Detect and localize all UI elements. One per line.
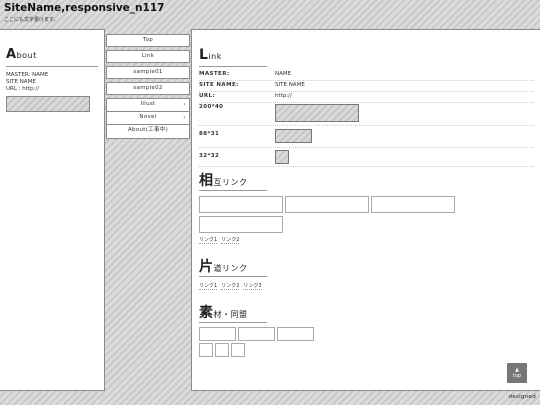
oneway-link[interactable]: リンク2 [221,283,240,290]
link-row: 88*31 [199,126,534,148]
link-heading-initial: L [199,47,209,63]
about-banner[interactable] [6,96,90,112]
oneway-link[interactable]: リンク3 [243,283,262,290]
link-row: 32*32 [199,148,534,167]
nav-sample01[interactable]: sample01 [106,66,190,79]
about-heading: About [6,47,37,62]
link-row-value: NAME [275,71,292,77]
link-row-key: SITE NAME: [199,82,239,88]
link-row: MASTER: NAME [199,70,534,81]
link-heading-rest: ink [208,52,222,61]
link-divider [199,66,267,67]
sozai-heading: 素材・同盟 [199,302,248,322]
mutual-heading-initial: 相 [199,173,214,189]
side-nav: Top Link sample01 sample02 Illust › Novel… [106,34,190,139]
sozai-icon-slot[interactable] [199,343,213,357]
sozai-icon-slot[interactable] [215,343,229,357]
about-site-name: SITE NAME [6,79,36,85]
mutual-banner-slot[interactable] [285,196,369,213]
about-heading-rest: bout [16,51,37,60]
about-heading-initial: A [6,47,17,62]
link-row-key: 32*32 [199,153,220,159]
link-row: 200*40 [199,103,534,126]
site-title[interactable]: SiteName,responsive_n117 [4,2,164,14]
nav-group: Illust › Novel › About(工事中) [106,98,190,139]
mutual-banner-slot[interactable] [371,196,455,213]
nav-link[interactable]: Link [106,50,190,63]
nav-illust[interactable]: Illust › [107,99,189,112]
mutual-link[interactable]: リンク2 [221,237,240,244]
link-row-value: SITE NAME [275,82,305,88]
banner-200x40[interactable] [275,104,359,122]
mutual-heading-rest: 互リンク [213,178,248,187]
banner-32x32[interactable] [275,150,289,164]
oneway-heading-rest: 道リンク [213,264,248,273]
nav-novel[interactable]: Novel › [107,112,189,125]
link-row: URL: http:// [199,92,534,103]
sozai-divider [199,322,267,323]
chevron-right-icon: › [183,114,186,121]
link-row-key: MASTER: [199,71,230,77]
back-to-top-button[interactable]: ▲ top [507,363,527,383]
nav-top[interactable]: Top [106,34,190,47]
oneway-divider [199,276,267,277]
about-url[interactable]: URL : http:// [6,86,48,93]
about-master: MASTER: NAME [6,72,49,78]
mutual-banner-slot[interactable] [199,216,283,233]
link-row-key: 88*31 [199,131,220,137]
main-content: Link MASTER: NAME SITE NAME: SITE NAME U… [191,29,540,391]
mutual-heading: 相互リンク [199,170,248,190]
mutual-divider [199,190,267,191]
about-divider [6,66,98,67]
footer-credit[interactable]: designed [508,394,536,400]
link-row-key: 200*40 [199,104,224,110]
oneway-heading-initial: 片 [199,259,214,275]
sozai-banner-slot[interactable] [277,327,314,341]
oneway-heading: 片道リンク [199,256,248,276]
link-heading: Link [199,47,222,63]
about-info: MASTER: NAME SITE NAME URL : http:// [6,72,48,93]
sozai-icon-slot[interactable] [231,343,245,357]
link-row: SITE NAME: SITE NAME [199,81,534,92]
oneway-link[interactable]: リンク1 [199,283,218,290]
about-panel: About MASTER: NAME SITE NAME URL : http:… [0,29,105,391]
oneway-text-links: リンク1 リンク2 リンク3 [199,282,266,290]
page: { "header": { "site_title": "SiteName,re… [0,0,540,405]
mutual-link[interactable]: リンク1 [199,237,218,244]
sozai-heading-rest: 材・同盟 [213,310,248,319]
link-row-key: URL: [199,93,216,99]
sozai-heading-initial: 素 [199,305,214,321]
back-to-top-label: top [512,373,522,379]
sozai-banner-slot[interactable] [238,327,275,341]
link-row-value[interactable]: http:// [275,93,292,99]
site-subtitle: ここにも文字書けます。 [4,17,59,23]
mutual-text-links: リンク1 リンク2 [199,236,243,244]
link-info-table: MASTER: NAME SITE NAME: SITE NAME URL: h… [199,70,534,167]
nav-about[interactable]: About(工事中) [107,125,189,138]
site-header: SiteName,responsive_n117 ここにも文字書けます。 [0,0,540,28]
chevron-right-icon: › [183,101,186,108]
nav-sample02[interactable]: sample02 [106,82,190,95]
banner-88x31[interactable] [275,129,312,143]
nav-novel-label: Novel [139,114,157,120]
mutual-banner-slot[interactable] [199,196,283,213]
sozai-banner-slot[interactable] [199,327,236,341]
nav-illust-label: Illust [140,101,156,107]
